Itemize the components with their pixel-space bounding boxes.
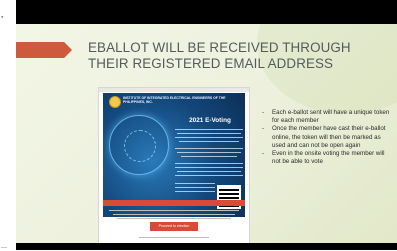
- email-footer-text-line: [109, 210, 239, 211]
- slide-title-line-2: THEIR REGISTERED EMAIL ADDRESS: [88, 56, 334, 71]
- bullet-item: - Once the member have cast their e-ball…: [262, 125, 392, 150]
- bullet-text: Once the member have cast their e-ballot…: [272, 125, 386, 149]
- eballot-email-screenshot: INSTITUTE OF INTEGRATED ELECTRICAL ENGIN…: [98, 87, 250, 243]
- email-body-text-line: [175, 129, 243, 130]
- bullet-text: Even in the onsite voting the member wil…: [272, 150, 385, 166]
- email-body-text-line: [177, 171, 241, 172]
- bullet-list: - Each e-ballot sent will have a unique …: [262, 109, 392, 166]
- bullet-marker: -: [262, 109, 265, 116]
- organization-logo: [109, 96, 121, 108]
- email-body-text-line: [175, 183, 215, 184]
- organization-name: INSTITUTE OF INTEGRATED ELECTRICAL ENGIN…: [123, 96, 226, 104]
- bullet-text: Each e-ballot sent will have a unique to…: [272, 109, 390, 125]
- email-body-text-line: [179, 141, 239, 142]
- top-letterbox-bar: [16, 0, 397, 24]
- email-body-text-line: [175, 187, 215, 188]
- evoting-title: 2021 E-Voting: [189, 117, 231, 124]
- bullet-marker: -: [262, 125, 265, 133]
- email-body-text-line: [175, 163, 243, 164]
- email-footer-text-line: [117, 218, 231, 219]
- digital-globe-graphic: [109, 115, 169, 175]
- accent-arrow: [16, 42, 72, 58]
- email-signature-line: [139, 237, 209, 238]
- bullet-marker: -: [262, 150, 265, 158]
- bullet-item: - Even in the onsite voting the member w…: [262, 150, 392, 166]
- gutter-mark-top: ▪: [1, 14, 4, 21]
- slide-title-line-1: EBALLOT WILL BE RECEIVED THROUGH: [88, 40, 351, 55]
- bottom-letterbox-bar: [16, 243, 397, 250]
- globe-inner-ring: [124, 130, 156, 162]
- bullet-item: - Each e-ballot sent will have a unique …: [262, 109, 392, 125]
- presentation-slide: EBALLOT WILL BE RECEIVED THROUGH THEIR R…: [16, 24, 397, 243]
- email-body-text-line: [175, 175, 243, 176]
- email-body-text-line: [181, 156, 237, 157]
- email-body-text-line: [175, 148, 243, 149]
- proceed-to-election-button[interactable]: Proceed to election: [150, 222, 198, 231]
- email-body-text-line: [177, 152, 241, 153]
- email-footer-text-line: [113, 214, 235, 215]
- slide-title: EBALLOT WILL BE RECEIVED THROUGH THEIR R…: [88, 40, 388, 72]
- email-body-text-line: [175, 167, 243, 168]
- email-body-text-line: [177, 133, 241, 134]
- email-hero-banner: INSTITUTE OF INTEGRATED ELECTRICAL ENGIN…: [103, 93, 245, 217]
- email-body-text-line: [175, 137, 243, 138]
- email-body-text-line: [175, 191, 215, 192]
- gutter-mark-bottom: —: [1, 245, 7, 251]
- left-gutter: ▪ —: [0, 0, 16, 251]
- email-header-strip: [99, 88, 249, 92]
- red-notice-banner: [103, 200, 245, 206]
